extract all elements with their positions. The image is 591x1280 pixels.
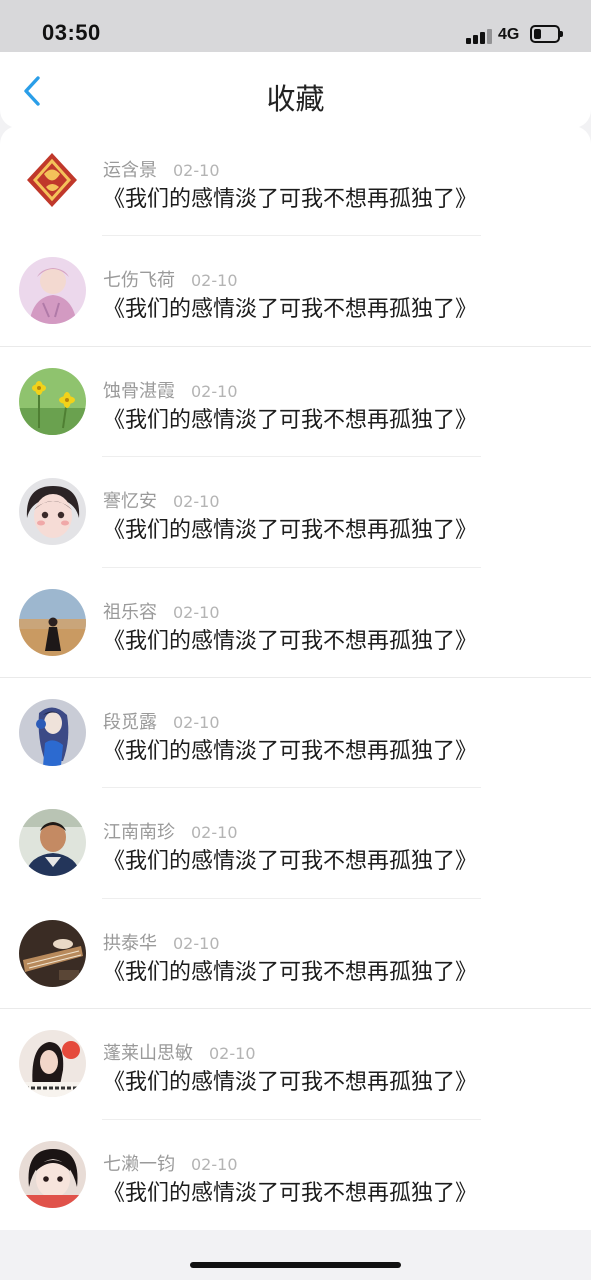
status-bar: 03:50 4G	[0, 0, 591, 52]
avatar	[19, 147, 86, 214]
post-date: 02-10	[191, 381, 238, 401]
user-name: 祖乐容	[103, 601, 157, 623]
avatar	[19, 1030, 86, 1098]
home-indicator[interactable]	[190, 1262, 401, 1268]
name-row: 七濑一钧 02-10	[103, 1150, 238, 1176]
post-date: 02-10	[173, 602, 220, 622]
list-item[interactable]: 段觅露 02-10 《我们的感情淡了可我不想再孤独了》	[0, 678, 591, 789]
post-date: 02-10	[173, 492, 220, 512]
home-area	[0, 1230, 591, 1280]
list-item[interactable]: 江南南珍 02-10 《我们的感情淡了可我不想再孤独了》	[0, 788, 591, 899]
post-date: 02-10	[191, 1154, 238, 1174]
avatar	[19, 367, 86, 435]
battery-icon	[530, 25, 563, 43]
name-row: 七伤飞荷 02-10	[103, 266, 238, 292]
user-name: 运含景	[103, 160, 157, 181]
avatar	[19, 809, 86, 877]
list-item[interactable]: 七濑一钧 02-10 《我们的感情淡了可我不想再孤独了》	[0, 1120, 591, 1230]
avatar	[19, 588, 86, 656]
post-date: 02-10	[191, 271, 238, 291]
user-name: 七伤飞荷	[103, 270, 175, 292]
item-title: 《我们的感情淡了可我不想再孤独了》	[103, 1070, 478, 1096]
name-row: 江南南珍 02-10	[103, 818, 238, 844]
post-date: 02-10	[191, 823, 238, 843]
user-name: 段觅露	[103, 711, 157, 733]
status-time: 03:50	[42, 20, 101, 45]
signal-bars-icon	[466, 28, 492, 44]
user-name: 蓬莱山思敏	[103, 1043, 193, 1065]
list-item[interactable]: 拱泰华 02-10 《我们的感情淡了可我不想再孤独了》	[0, 899, 591, 1010]
list-item[interactable]: 蚀骨湛霞 02-10 《我们的感情淡了可我不想再孤独了》	[0, 347, 591, 458]
list-item[interactable]: 运含景 02-10 《我们的感情淡了可我不想再孤独了》	[0, 126, 591, 237]
favorites-list: 运含景 02-10 《我们的感情淡了可我不想再孤独了》 七伤飞荷 02-10 《我们…	[0, 126, 591, 1230]
name-row: 段觅露 02-10	[103, 708, 220, 734]
list-item[interactable]: 蓬莱山思敏 02-10 《我们的感情淡了可我不想再孤独了》	[0, 1009, 591, 1120]
name-row: 祖乐容 02-10	[103, 598, 220, 624]
user-name: 謇忆安	[103, 491, 157, 513]
user-name: 蚀骨湛霞	[103, 380, 175, 402]
avatar	[19, 257, 86, 325]
item-title: 《我们的感情淡了可我不想再孤独了》	[103, 738, 478, 764]
network-label: 4G	[498, 26, 520, 43]
item-title: 《我们的感情淡了可我不想再孤独了》	[103, 628, 478, 654]
item-title: 《我们的感情淡了可我不想再孤独了》	[103, 297, 478, 323]
post-date: 02-10	[209, 1044, 256, 1064]
item-title: 《我们的感情淡了可我不想再孤独了》	[103, 849, 478, 875]
item-title: 《我们的感情淡了可我不想再孤独了》	[103, 187, 478, 212]
avatar	[19, 698, 86, 766]
item-title: 《我们的感情淡了可我不想再孤独了》	[103, 1180, 478, 1206]
avatar	[19, 478, 86, 546]
name-row: 蚀骨湛霞 02-10	[103, 377, 238, 403]
nav-bar: 收藏	[0, 52, 591, 128]
battery-level	[534, 29, 541, 39]
user-name: 拱泰华	[103, 932, 157, 954]
post-date: 02-10	[173, 161, 220, 180]
post-date: 02-10	[173, 933, 220, 953]
page-title: 收藏	[266, 82, 325, 116]
list-item[interactable]: 祖乐容 02-10 《我们的感情淡了可我不想再孤独了》	[0, 568, 591, 678]
name-row: 蓬莱山思敏 02-10	[103, 1039, 256, 1065]
post-date: 02-10	[173, 712, 220, 732]
avatar	[19, 919, 86, 987]
name-row: 拱泰华 02-10	[103, 929, 220, 955]
list-item[interactable]: 七伤飞荷 02-10 《我们的感情淡了可我不想再孤独了》	[0, 236, 591, 347]
user-name: 江南南珍	[103, 822, 175, 844]
avatar	[19, 1140, 86, 1208]
name-row: 运含景 02-10	[103, 156, 220, 182]
name-row: 謇忆安 02-10	[103, 487, 220, 513]
item-title: 《我们的感情淡了可我不想再孤独了》	[103, 407, 478, 433]
user-name: 七濑一钧	[103, 1153, 175, 1175]
item-title: 《我们的感情淡了可我不想再孤独了》	[103, 959, 478, 985]
list-item[interactable]: 謇忆安 02-10 《我们的感情淡了可我不想再孤独了》	[0, 457, 591, 568]
item-title: 《我们的感情淡了可我不想再孤独了》	[103, 518, 478, 544]
